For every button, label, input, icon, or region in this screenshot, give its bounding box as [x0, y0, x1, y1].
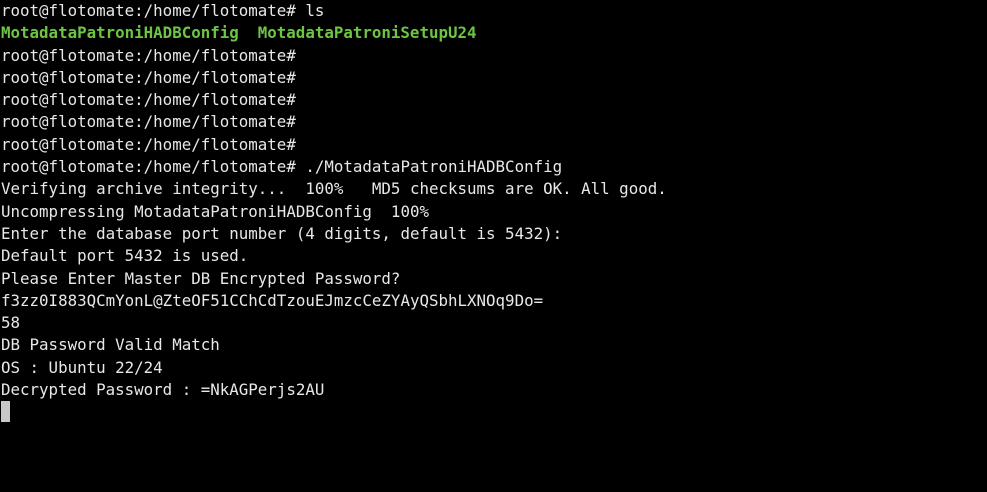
executable-file-name: MotadataPatroniHADBConfig: [1, 23, 239, 43]
output-line: f3zz0I883QCmYonL@ZteOF51CChCdTzouEJmzcCe…: [1, 290, 544, 310]
prompt-line: root@flotomate:/home/flotomate#: [1, 45, 987, 67]
output-line: Verifying archive integrity... 100% MD5 …: [1, 179, 667, 199]
prompt: root@flotomate:/home/flotomate#: [1, 67, 296, 87]
prompt: root@flotomate:/home/flotomate#: [1, 112, 296, 132]
output-line: Decrypted Password : =NkAGPerjs2AU: [1, 380, 325, 400]
prompt-line: root@flotomate:/home/flotomate# ls: [1, 0, 987, 22]
prompt: root@flotomate:/home/flotomate#: [1, 134, 296, 154]
ls-output-line: MotadataPatroniHADBConfig MotadataPatroni…: [1, 22, 987, 44]
command-text: ls: [295, 1, 325, 20]
output-line: OS : Ubuntu 22/24: [1, 357, 163, 377]
output-line: Please Enter Master DB Encrypted Passwor…: [1, 268, 401, 288]
prompt-line: root@flotomate:/home/flotomate#: [1, 89, 987, 111]
output-line: Enter the database port number (4 digits…: [1, 223, 563, 243]
output-line: Uncompressing MotadataPatroniHADBConfig …: [1, 201, 429, 221]
prompt-line: root@flotomate:/home/flotomate# ./Motada…: [1, 156, 987, 178]
prompt: root@flotomate:/home/flotomate#: [1, 45, 296, 65]
command-text: ./MotadataPatroniHADBConfig: [295, 157, 563, 177]
prompt: root@flotomate:/home/flotomate#: [1, 90, 296, 110]
prompt: root@flotomate:/home/flotomate#: [1, 1, 296, 20]
prompt: root@flotomate:/home/flotomate#: [1, 157, 296, 177]
cursor-line[interactable]: [1, 401, 987, 423]
output-line: Default port 5432 is used.: [1, 246, 249, 266]
text-cursor[interactable]: [1, 401, 10, 423]
terminal-window[interactable]: root@flotomate:/home/flotomate# ls Motad…: [0, 0, 987, 492]
prompt-line: root@flotomate:/home/flotomate#: [1, 111, 987, 133]
prompt-line: root@flotomate:/home/flotomate#: [1, 67, 987, 89]
output-line: DB Password Valid Match: [1, 335, 220, 355]
prompt-line: root@flotomate:/home/flotomate#: [1, 134, 987, 156]
output-line: 58: [1, 313, 21, 333]
executable-file-name: MotadataPatroniSetupU24: [257, 23, 477, 43]
